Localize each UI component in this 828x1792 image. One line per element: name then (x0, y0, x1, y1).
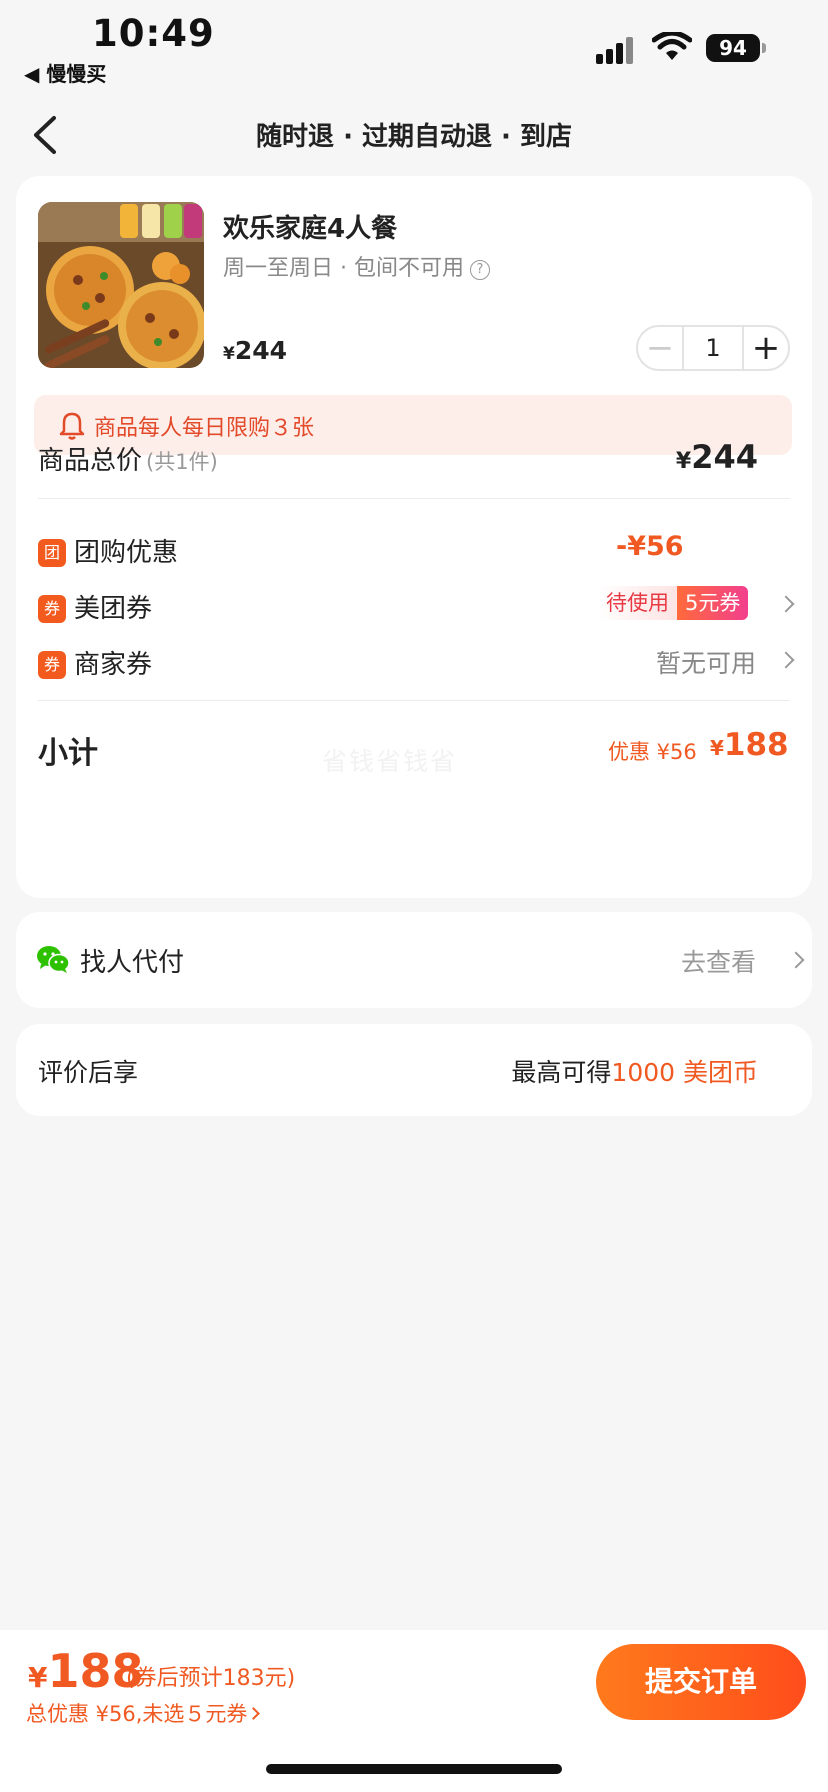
subtotal-label: 小计 (38, 736, 98, 771)
divider (38, 498, 790, 499)
review-reward-label: 评价后享 (38, 1058, 139, 1087)
usage-rules-text: 周一至周日 · 包间不可用 (223, 256, 464, 281)
increase-quantity-button[interactable]: + (744, 327, 788, 369)
battery-icon: 94 (706, 34, 760, 62)
divider (38, 700, 790, 701)
coupon-badge-icon: 券 (38, 651, 66, 679)
back-to-app-link[interactable]: ◀ 慢慢买 (24, 58, 106, 87)
help-icon[interactable]: ? (469, 260, 490, 280)
wifi-icon (652, 32, 692, 60)
purchase-limit-text: 商品每人每日限购３张 (94, 416, 315, 441)
group-discount-value: -¥56 (616, 531, 684, 562)
bell-icon (59, 412, 85, 440)
coupon-status: 待使用 (598, 586, 677, 620)
final-price-symbol: ¥ (28, 1661, 48, 1694)
review-reward-amount: 1000 美团币 (611, 1058, 758, 1087)
coupon-badge-icon: 券 (38, 595, 66, 623)
group-discount-row: 团团购优惠 (38, 532, 178, 569)
merchant-coupon-label: 商家券 (74, 650, 153, 680)
chevron-right-icon[interactable] (787, 951, 805, 969)
review-reward-prefix: 最高可得 (511, 1058, 612, 1087)
status-time: 10:49 (92, 12, 215, 55)
subtotal-amount: 188 (723, 727, 789, 763)
product-price-value: 244 (234, 336, 288, 365)
total-price-symbol: ¥ (675, 449, 692, 474)
review-reward-card: 评价后享 最高可得1000 美团币 (16, 1024, 812, 1116)
chevron-right-icon[interactable] (777, 651, 795, 669)
total-price-value: ¥244 (676, 438, 758, 476)
battery-tip (762, 43, 766, 53)
subtotal-value: ¥188 (710, 727, 789, 763)
product-price: ¥244 (223, 336, 287, 365)
submit-order-button[interactable]: 提交订单 (596, 1644, 806, 1720)
total-price-label: 商品总价 (38, 446, 143, 476)
pay-for-me-action[interactable]: 去查看 (681, 943, 756, 979)
item-count: (共1件) (146, 450, 218, 474)
coupon-selector[interactable]: 待使用 5元券 (598, 586, 749, 620)
after-coupon-estimate: (券后预计183元) (126, 1666, 296, 1691)
order-card: 欢乐家庭4人餐 周一至周日 · 包间不可用? ¥244 − 1 + 商品每人每日… (16, 176, 812, 898)
meituan-coupon-row[interactable]: 券美团券 (38, 588, 152, 625)
merchant-coupon-row[interactable]: 券商家券 (38, 644, 152, 681)
total-discount-link[interactable]: 总优惠 ¥56,未选５元券 (26, 1698, 261, 1728)
wechat-icon (37, 946, 70, 973)
product-usage-rules: 周一至周日 · 包间不可用? (223, 250, 490, 282)
product-price-symbol: ¥ (223, 344, 235, 364)
subtotal-symbol: ¥ (710, 736, 724, 760)
chevron-right-icon[interactable] (777, 595, 795, 613)
status-bar: 10:49 ◀ 慢慢买 94 (0, 0, 828, 90)
home-indicator (266, 1764, 562, 1774)
total-price-amount: 244 (691, 438, 758, 476)
decrease-quantity-button[interactable]: − (638, 327, 682, 369)
chevron-right-icon (247, 1707, 261, 1720)
quantity-value[interactable]: 1 (682, 327, 744, 369)
group-discount-label: 团购优惠 (74, 538, 179, 568)
nav-bar: 随时退 · 过期自动退 · 到店 (0, 100, 828, 170)
cellular-signal-icon (596, 34, 640, 64)
total-discount-text: 总优惠 ¥56,未选５元券 (26, 1702, 248, 1726)
merchant-coupon-value: 暂无可用 (655, 649, 756, 678)
watermark: 省钱省钱省 (322, 747, 458, 776)
product-image[interactable] (38, 202, 204, 368)
meituan-coupon-label: 美团券 (74, 594, 153, 624)
bottom-bar: ¥188 (券后预计183元) 总优惠 ¥56,未选５元券 提交订单 (0, 1630, 828, 1792)
pay-for-me-label: 找人代付 (80, 948, 185, 978)
review-reward-value: 最高可得1000 美团币 (511, 1053, 758, 1089)
pay-for-me-card[interactable]: 找人代付 去查看 (16, 912, 812, 1008)
quantity-stepper: − 1 + (636, 325, 790, 371)
coupon-amount: 5元券 (677, 586, 749, 620)
product-name: 欢乐家庭4人餐 (223, 214, 398, 244)
page-title: 随时退 · 过期自动退 · 到店 (256, 122, 572, 152)
group-badge-icon: 团 (38, 539, 66, 567)
subtotal-discount: 优惠 ¥56 (608, 740, 697, 764)
